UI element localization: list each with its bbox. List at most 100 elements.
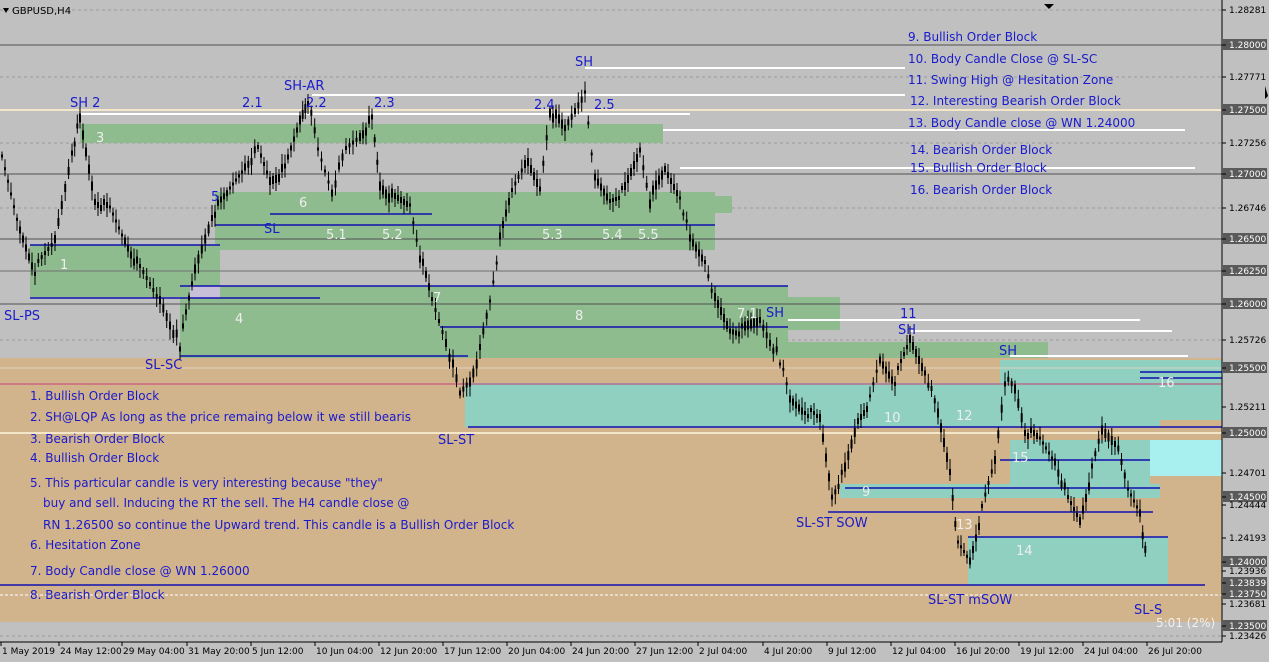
candle-body (1048, 451, 1050, 455)
candle-body (918, 356, 920, 364)
label-2-1: 2.1 (242, 96, 263, 111)
candle-body (869, 394, 871, 398)
candle-body (185, 309, 187, 315)
candle-body (594, 173, 596, 181)
candle-body (600, 183, 602, 191)
candle-body (257, 145, 259, 149)
candle-body (296, 127, 298, 133)
label-sh-top: SH (575, 55, 593, 70)
time-tick-label: 2 Jul 04:00 (699, 647, 748, 657)
candle-body (558, 114, 560, 124)
legend-left-item: 6. Hesitation Zone (30, 538, 141, 552)
candle-body (479, 344, 481, 350)
candle-body (707, 274, 710, 279)
candle-body (816, 414, 818, 418)
time-tick-label: 5 Jun 12:00 (252, 647, 304, 657)
candle-body (229, 186, 231, 190)
candle-body (348, 143, 351, 148)
candle-body (118, 226, 120, 230)
candle-body (60, 201, 63, 209)
candle-body (388, 193, 390, 203)
candle-body (915, 349, 917, 357)
label-sl-st-msow: SL-ST mSOW (928, 593, 1012, 608)
candle-body (1000, 404, 1003, 413)
candle-body (997, 430, 1000, 439)
legend-right-item: 10. Body Candle Close @ SL-SC (908, 52, 1097, 66)
candle-body (1010, 381, 1013, 387)
candle-body (561, 119, 563, 129)
candle-body (762, 324, 765, 331)
price-tick-label: 1.24193 (1229, 534, 1266, 544)
price-tick-label: 1.24444 (1229, 501, 1266, 511)
candle-body (499, 232, 501, 240)
candle-body (1020, 413, 1023, 423)
candle-body (197, 254, 200, 264)
price-tick-label: 1.25000 (1229, 429, 1266, 439)
candle-body (1082, 505, 1084, 514)
candle-body (220, 196, 222, 203)
candle-body (149, 282, 151, 286)
candle-body (1117, 445, 1120, 452)
candle-body (1123, 472, 1126, 479)
time-tick-label: 29 May 04:00 (123, 647, 185, 657)
price-axis[interactable]: 1.28281 1.28000 1.27771 1.27500 1.27256 1.270… (1221, 0, 1269, 642)
candle-body (301, 109, 304, 119)
chart-area[interactable]: GBPUSD,H4 SH 2 3 2.1 SH-AR 2.2 2.3 SH 2.… (0, 0, 1269, 662)
time-axis[interactable]: 1 May 2019 24 May 12:00 29 May 04:00 31 May… (0, 641, 1269, 662)
time-tick-label: 24 May 12:00 (60, 647, 122, 657)
candle-body (924, 370, 926, 376)
label-9: 9 (862, 485, 870, 500)
candle-body (627, 175, 629, 183)
candle-body (94, 199, 96, 205)
candle-body (567, 119, 570, 126)
candle-body (810, 408, 812, 412)
legend-left-item: 4. Bullish Order Block (30, 451, 159, 465)
candle-body (574, 108, 576, 114)
candle-body (1094, 451, 1097, 457)
candle-body (927, 382, 930, 388)
candle-body (47, 247, 50, 251)
price-tick-label: 1.26746 (1229, 204, 1266, 214)
candle-body (508, 198, 510, 205)
candle-body (744, 321, 746, 331)
candle-body (235, 178, 237, 182)
candle-body (495, 261, 498, 265)
candle-body (1060, 480, 1063, 488)
candle-body (940, 423, 942, 433)
time-tick-label: 20 Jun 04:00 (508, 647, 565, 657)
candle-body (159, 296, 161, 304)
candle-body (409, 203, 411, 207)
candle-body (769, 340, 771, 346)
candle-body (1054, 458, 1056, 466)
candle-body (400, 197, 402, 203)
candle-body (670, 178, 672, 184)
price-tick-label: 1.23426 (1229, 632, 1266, 642)
candle-body (85, 147, 87, 157)
candle-body (1139, 509, 1141, 517)
candle-body (34, 272, 36, 276)
candle-body (555, 109, 557, 119)
candle-body (590, 152, 593, 156)
candle-body (1133, 499, 1135, 503)
candle-body (313, 127, 316, 134)
candle-body (172, 330, 175, 338)
candle-body (676, 190, 678, 196)
candle-body (200, 244, 203, 254)
candle-body (287, 154, 289, 160)
candle-body (275, 175, 277, 183)
candle-body (639, 147, 641, 153)
candle-body (981, 504, 983, 508)
candle-body (624, 182, 626, 190)
label-10: 10 (884, 411, 901, 426)
candle-body (241, 170, 243, 174)
candle-body (775, 346, 778, 353)
candle-body (452, 359, 454, 368)
candle-body (1107, 432, 1110, 442)
candle-body (391, 188, 393, 198)
candle-body (465, 382, 468, 388)
candle-body (492, 280, 495, 284)
candle-timer: 5:01 (2%) (1156, 616, 1215, 630)
candle-body (1014, 384, 1016, 394)
label-5-3: 5.3 (542, 228, 563, 243)
candle-body (726, 321, 728, 329)
